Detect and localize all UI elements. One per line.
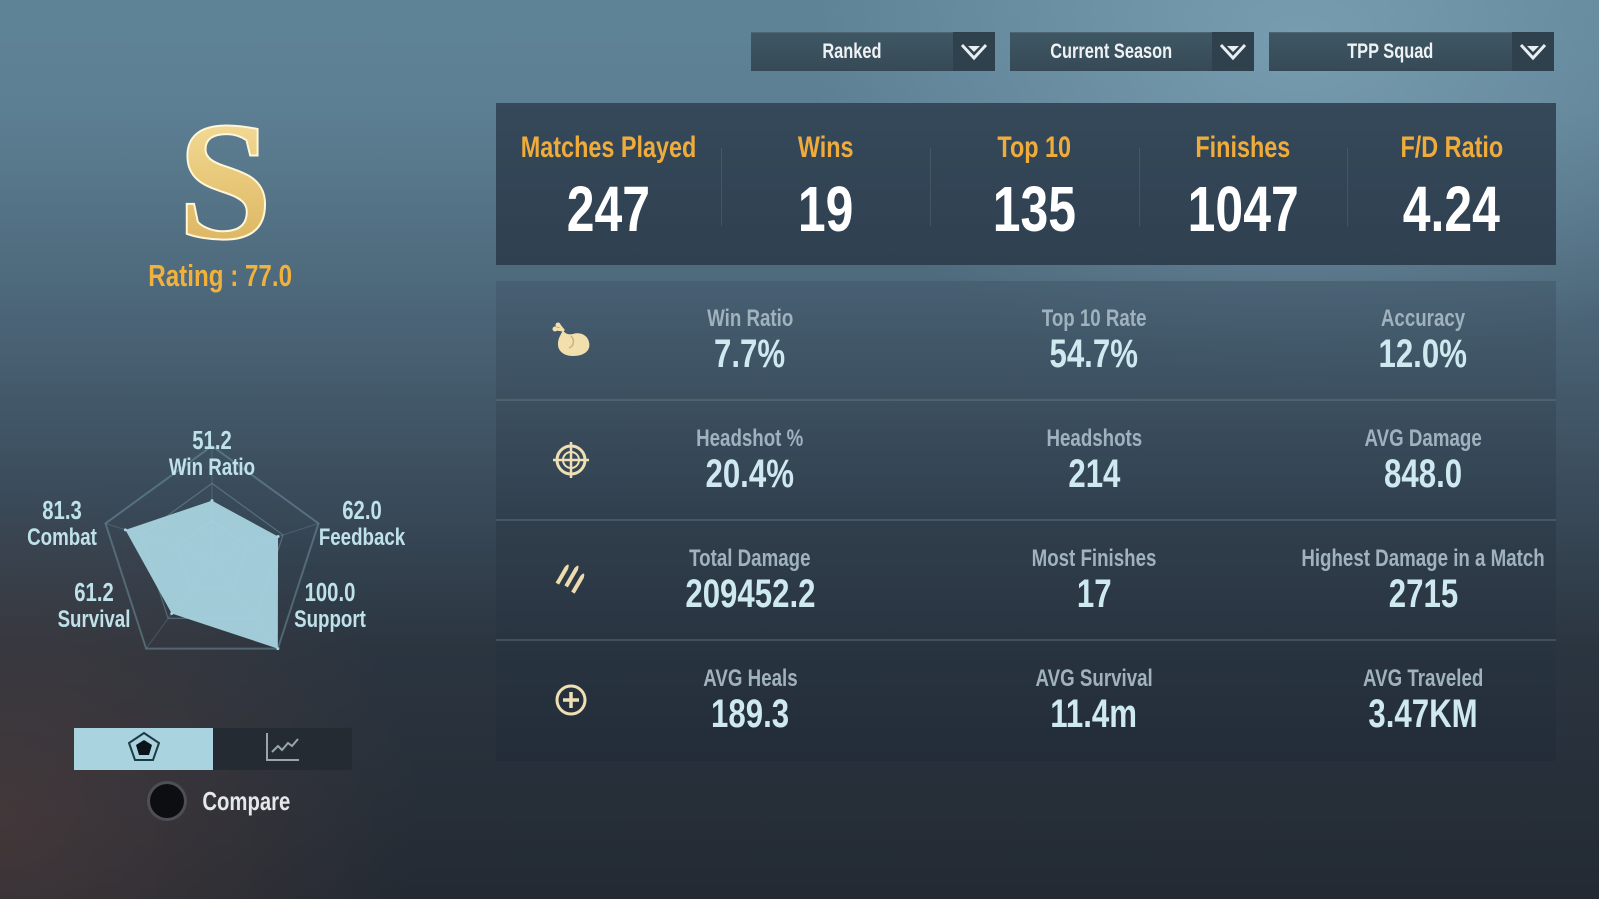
detail-stats-panel: Win Ratio 7.7% Top 10 Rate 54.7% Accurac… [496,281,1556,761]
stat-label: Highest Damage in a Match [1301,545,1545,572]
stat-avg-damage: AVG Damage 848.0 [1253,425,1593,495]
stat-avg-heals: AVG Heals 189.3 [580,665,920,735]
chevron-down-icon[interactable] [953,32,995,71]
summary-stat-value: 247 [566,173,651,245]
stat-top-10-rate: Top 10 Rate 54.7% [924,305,1264,375]
line-chart-icon [264,731,302,768]
radar-point-win-ratio [210,499,214,503]
summary-stat-label: Finishes [1195,131,1291,164]
summary-stat-matches-played: Matches Played 247 [496,103,721,265]
stat-value: 209452.2 [684,572,816,616]
stat-label: AVG Survival [1035,665,1153,692]
summary-stat-finishes: Finishes 1047 [1138,103,1348,265]
stat-value: 20.4% [705,452,795,496]
radar-view-button[interactable] [74,728,213,770]
chevron-down-icon[interactable] [1512,32,1554,71]
radar-chart-icon [126,731,162,768]
chart-view-toggle [74,728,352,770]
radar-axis-label-feedback: 62.0 Feedback [318,495,406,551]
stat-avg-traveled: AVG Traveled 3.47KM [1253,665,1593,735]
radar-chart: 51.2 Win Ratio 62.0 Feedback 100.0 Support … [0,350,470,690]
stat-label: AVG Damage [1364,425,1482,452]
rating-label: Rating : 77.0 [148,258,292,293]
summary-stat-label: F/D Ratio [1400,131,1503,164]
radar-axis-label-support: 100.0 Support [294,577,366,633]
summary-stat-value: 1047 [1187,173,1299,245]
stat-value: 2715 [1388,572,1458,616]
stat-label: Win Ratio [706,305,794,332]
svg-text:S: S [178,100,273,250]
summary-stat-value: 19 [797,173,854,245]
radar-point-combat [123,528,127,532]
stat-label: Headshot % [696,425,804,452]
compare-label: Compare [202,785,291,816]
radar-point-support [276,647,280,651]
mode-dropdown-label: Ranked [822,39,882,63]
stat-accuracy: Accuracy 12.0% [1253,305,1593,375]
detail-row-shooting: Headshot % 20.4% Headshots 214 AVG Damag… [496,399,1556,519]
stat-headshot-percent: Headshot % 20.4% [580,425,920,495]
season-dropdown[interactable]: Current Season [1010,32,1254,71]
squad-mode-dropdown[interactable]: TPP Squad [1269,32,1554,71]
squad-mode-dropdown-label: TPP Squad [1347,39,1434,63]
stat-value: 3.47KM [1368,692,1478,736]
radar-point-feedback [276,535,280,539]
stat-value: 214 [1067,452,1121,496]
mode-dropdown[interactable]: Ranked [751,32,995,71]
stat-avg-survival: AVG Survival 11.4m [924,665,1264,735]
detail-row-damage: Total Damage 209452.2 Most Finishes 17 H… [496,519,1556,639]
radar-axis-label-combat: 81.3 Combat [27,495,97,551]
summary-stat-fd-ratio: F/D Ratio 4.24 [1347,103,1556,265]
stat-value: 7.7% [714,332,786,376]
stat-highest-damage-in-a-match: Highest Damage in a Match 2715 [1253,545,1593,615]
stat-value: 848.0 [1383,452,1463,496]
stat-value: 12.0% [1378,332,1468,376]
summary-stat-top-10: Top 10 135 [929,103,1139,265]
summary-stat-value: 135 [992,173,1076,245]
stat-label: Most Finishes [1031,545,1157,572]
summary-stat-label: Matches Played [520,131,697,164]
summary-stat-wins: Wins 19 [721,103,930,265]
stat-label: AVG Traveled [1362,665,1484,692]
summary-stat-label: Top 10 [997,131,1072,164]
rank-tier-emblem: S [160,86,290,276]
summary-stat-label: Wins [797,131,854,164]
season-dropdown-label: Current Season [1050,39,1172,63]
stat-value: 189.3 [710,692,790,736]
stat-label: AVG Heals [702,665,798,692]
stat-value: 54.7% [1049,332,1139,376]
detail-row-wins: Win Ratio 7.7% Top 10 Rate 54.7% Accurac… [496,281,1556,399]
compare-toggle[interactable]: Compare [150,784,303,818]
stat-label: Top 10 Rate [1041,305,1147,332]
chevron-down-icon[interactable] [1212,32,1254,71]
summary-stats-panel: Matches Played 247 Wins 19 Top 10 135 Fi… [496,103,1556,265]
trend-view-button[interactable] [213,728,352,770]
compare-toggle-knob[interactable] [150,784,184,818]
stat-headshots: Headshots 214 [924,425,1264,495]
stat-label: Headshots [1046,425,1142,452]
stat-label: Accuracy [1380,305,1466,332]
detail-row-support: AVG Heals 189.3 AVG Survival 11.4m AVG T… [496,639,1556,759]
stat-label: Total Damage [689,545,811,572]
stat-value: 17 [1076,572,1112,616]
radar-point-survival [170,611,174,615]
stat-value: 11.4m [1050,692,1138,736]
summary-stat-value: 4.24 [1403,173,1501,245]
stat-most-finishes: Most Finishes 17 [924,545,1264,615]
stat-win-ratio: Win Ratio 7.7% [580,305,920,375]
radar-axis-label-survival: 61.2 Survival [57,577,131,633]
stat-total-damage: Total Damage 209452.2 [580,545,920,615]
radar-axis-label-win-ratio: 51.2 Win Ratio [168,425,256,481]
